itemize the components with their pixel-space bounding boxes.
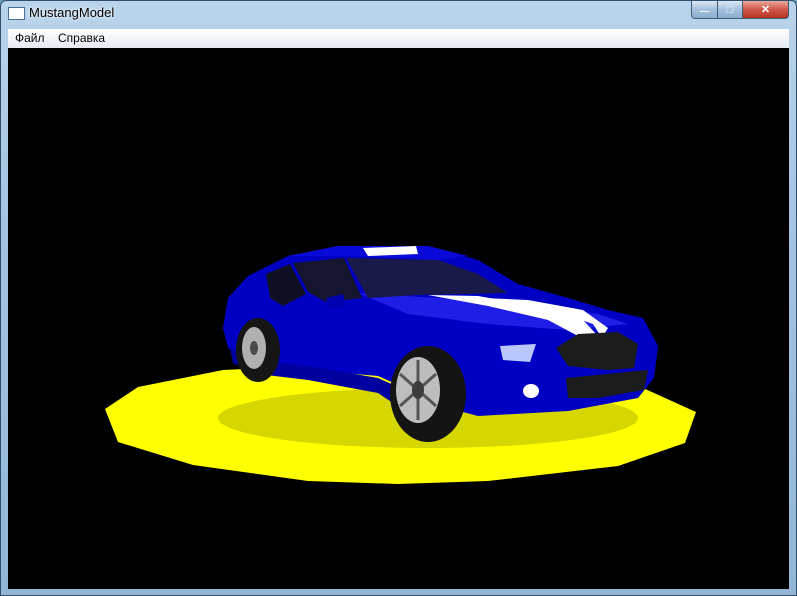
scene-canvas [105, 246, 696, 484]
maximize-icon: □ [726, 3, 734, 16]
app-window-icon [8, 7, 25, 20]
front-wheel-hub [412, 381, 424, 399]
window-title: MustangModel [29, 5, 115, 20]
headlight [500, 344, 536, 362]
fog-light [523, 384, 539, 398]
menu-help[interactable]: Справка [58, 31, 105, 45]
render-viewport[interactable] [8, 48, 789, 589]
menu-bar: Файл Справка [8, 29, 789, 49]
app-window: MustangModel — □ ✕ Файл Справка [0, 0, 797, 596]
maximize-button[interactable]: □ [717, 1, 743, 19]
minimize-icon: — [700, 6, 709, 16]
close-button[interactable]: ✕ [742, 1, 789, 19]
minimize-button[interactable]: — [691, 1, 718, 19]
rear-wheel-hub [250, 341, 258, 355]
title-bar[interactable]: MustangModel — □ ✕ [1, 1, 796, 29]
close-icon: ✕ [760, 4, 771, 16]
menu-file[interactable]: Файл [15, 31, 45, 45]
